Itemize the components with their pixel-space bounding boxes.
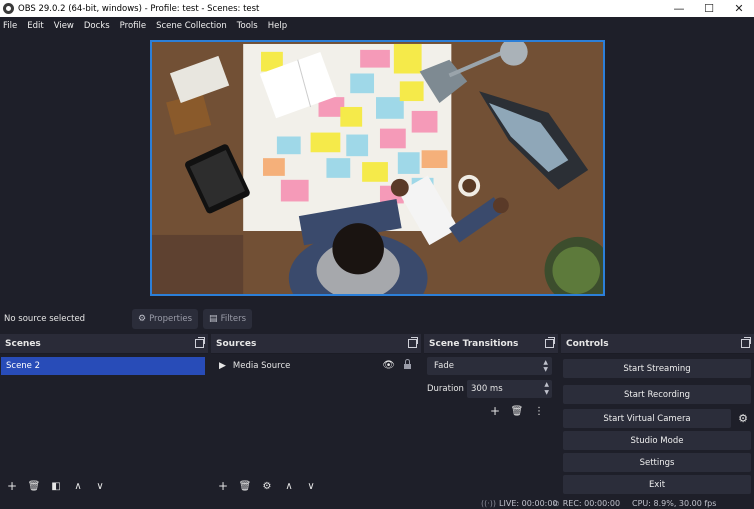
- menu-edit[interactable]: Edit: [27, 21, 43, 31]
- window-controls: — ☐ ✕: [664, 0, 754, 17]
- scene-filters-icon[interactable]: ◧: [47, 477, 65, 495]
- preview-area: [0, 34, 754, 304]
- lock-icon[interactable]: [404, 359, 411, 369]
- controls-body: Start Streaming Start Recording Start Vi…: [561, 354, 754, 499]
- gear-icon[interactable]: ⚙: [735, 409, 751, 428]
- transitions-toolbar: + 🗑 ⋮: [486, 402, 552, 420]
- source-item-label: Media Source: [232, 361, 291, 371]
- duration-label: Duration: [427, 384, 464, 394]
- source-item[interactable]: ▶ Media Source 👁: [211, 357, 421, 375]
- scene-item[interactable]: Scene 2: [1, 357, 205, 375]
- sources-title: Sources: [216, 338, 257, 349]
- maximize-button[interactable]: ☐: [694, 0, 724, 17]
- scenes-toolbar: + 🗑 ◧ ∧ ∨: [0, 477, 113, 495]
- scenes-dock: Scenes Scene 2 + 🗑 ◧ ∧ ∨: [0, 334, 208, 499]
- move-up-icon[interactable]: ∧: [280, 477, 298, 495]
- rec-status: ⊘ REC: 00:00:00: [553, 499, 620, 508]
- exit-button[interactable]: Exit: [563, 475, 751, 494]
- preview-image: [152, 42, 603, 294]
- sources-header: Sources: [211, 334, 421, 354]
- live-time: LIVE: 00:00:00: [499, 499, 558, 508]
- undock-icon[interactable]: [408, 337, 418, 348]
- preview-canvas[interactable]: [150, 40, 605, 296]
- menu-tools[interactable]: Tools: [237, 21, 258, 31]
- broadcast-icon: ((·)): [481, 499, 497, 508]
- title-bar: OBS 29.0.2 (64-bit, windows) - Profile: …: [0, 0, 754, 17]
- menu-file[interactable]: File: [3, 21, 17, 31]
- controls-header: Controls: [561, 334, 754, 354]
- gear-icon: ⚙: [138, 314, 147, 324]
- move-up-icon[interactable]: ∧: [69, 477, 87, 495]
- move-down-icon[interactable]: ∨: [302, 477, 320, 495]
- controls-title: Controls: [566, 338, 609, 349]
- source-properties-icon[interactable]: ⚙: [258, 477, 276, 495]
- settings-button[interactable]: Settings: [563, 453, 751, 472]
- window-title: OBS 29.0.2 (64-bit, windows) - Profile: …: [18, 3, 260, 14]
- remove-scene-icon[interactable]: 🗑: [25, 477, 43, 495]
- properties-button[interactable]: ⚙ Properties: [132, 309, 199, 329]
- menu-profile[interactable]: Profile: [120, 21, 146, 31]
- context-bar: No source selected ⚙ Properties ▤ Filter…: [0, 306, 754, 332]
- scenes-header: Scenes: [0, 334, 208, 354]
- play-icon: ▶: [219, 361, 226, 371]
- start-streaming-button[interactable]: Start Streaming: [563, 359, 751, 378]
- sources-toolbar: + 🗑 ⚙ ∧ ∨: [211, 477, 324, 495]
- spin-arrows-icon[interactable]: ▲ ▼: [544, 381, 549, 397]
- record-icon: ⊘: [553, 499, 560, 508]
- menu-bar: File Edit View Docks Profile Scene Colle…: [0, 17, 754, 34]
- updown-icon: ▲ ▼: [543, 359, 548, 373]
- transitions-body: Fade ▲ ▼ Duration 300 ms ▲ ▼ + 🗑 ⋮: [424, 354, 558, 499]
- controls-dock: Controls Start Streaming Start Recording…: [561, 334, 754, 499]
- start-virtual-camera-button[interactable]: Start Virtual Camera: [563, 409, 731, 428]
- sources-list: ▶ Media Source 👁 + 🗑 ⚙ ∧ ∨: [211, 354, 421, 499]
- cpu-status: CPU: 8.9%, 30.00 fps: [632, 499, 716, 508]
- filters-label: Filters: [220, 314, 247, 324]
- transitions-title: Scene Transitions: [429, 338, 519, 349]
- more-options-icon[interactable]: ⋮: [530, 402, 548, 420]
- menu-view[interactable]: View: [54, 21, 74, 31]
- transition-select[interactable]: Fade ▲ ▼: [427, 357, 552, 375]
- duration-spinbox[interactable]: 300 ms ▲ ▼: [467, 380, 552, 398]
- rec-time: REC: 00:00:00: [562, 499, 621, 508]
- scenes-title: Scenes: [5, 338, 41, 349]
- cpu-usage: CPU: 8.9%, 30.00 fps: [632, 499, 717, 508]
- obs-logo-icon: [3, 3, 14, 14]
- eye-icon[interactable]: 👁: [382, 360, 395, 371]
- filters-button[interactable]: ▤ Filters: [203, 309, 253, 329]
- transition-selected: Fade: [434, 361, 454, 371]
- undock-icon[interactable]: [195, 337, 205, 348]
- menu-scene-collection[interactable]: Scene Collection: [156, 21, 227, 31]
- status-bar: ((·)) LIVE: 00:00:00 ⊘ REC: 00:00:00 CPU…: [0, 499, 754, 509]
- scene-item-label: Scene 2: [6, 361, 41, 371]
- undock-icon[interactable]: [545, 337, 555, 348]
- close-button[interactable]: ✕: [724, 0, 754, 17]
- remove-transition-icon[interactable]: 🗑: [508, 402, 526, 420]
- properties-label: Properties: [149, 314, 193, 324]
- scenes-list: Scene 2 + 🗑 ◧ ∧ ∨: [0, 354, 208, 499]
- studio-mode-button[interactable]: Studio Mode: [563, 431, 751, 450]
- minimize-button[interactable]: —: [664, 0, 694, 17]
- sources-dock: Sources ▶ Media Source 👁 + 🗑 ⚙ ∧ ∨: [211, 334, 421, 499]
- live-status: ((·)) LIVE: 00:00:00: [481, 499, 558, 508]
- start-recording-button[interactable]: Start Recording: [563, 385, 751, 404]
- transitions-header: Scene Transitions: [424, 334, 558, 354]
- add-scene-icon[interactable]: +: [3, 477, 21, 495]
- move-down-icon[interactable]: ∨: [91, 477, 109, 495]
- filter-icon: ▤: [209, 314, 218, 324]
- menu-help[interactable]: Help: [268, 21, 287, 31]
- add-source-icon[interactable]: +: [214, 477, 232, 495]
- transitions-dock: Scene Transitions Fade ▲ ▼ Duration 300 m…: [424, 334, 558, 499]
- remove-source-icon[interactable]: 🗑: [236, 477, 254, 495]
- undock-icon[interactable]: [741, 337, 751, 348]
- duration-row: Duration 300 ms ▲ ▼: [427, 380, 552, 398]
- menu-docks[interactable]: Docks: [84, 21, 110, 31]
- duration-value: 300 ms: [471, 384, 503, 394]
- add-transition-icon[interactable]: +: [486, 402, 504, 420]
- no-source-label: No source selected: [4, 314, 86, 324]
